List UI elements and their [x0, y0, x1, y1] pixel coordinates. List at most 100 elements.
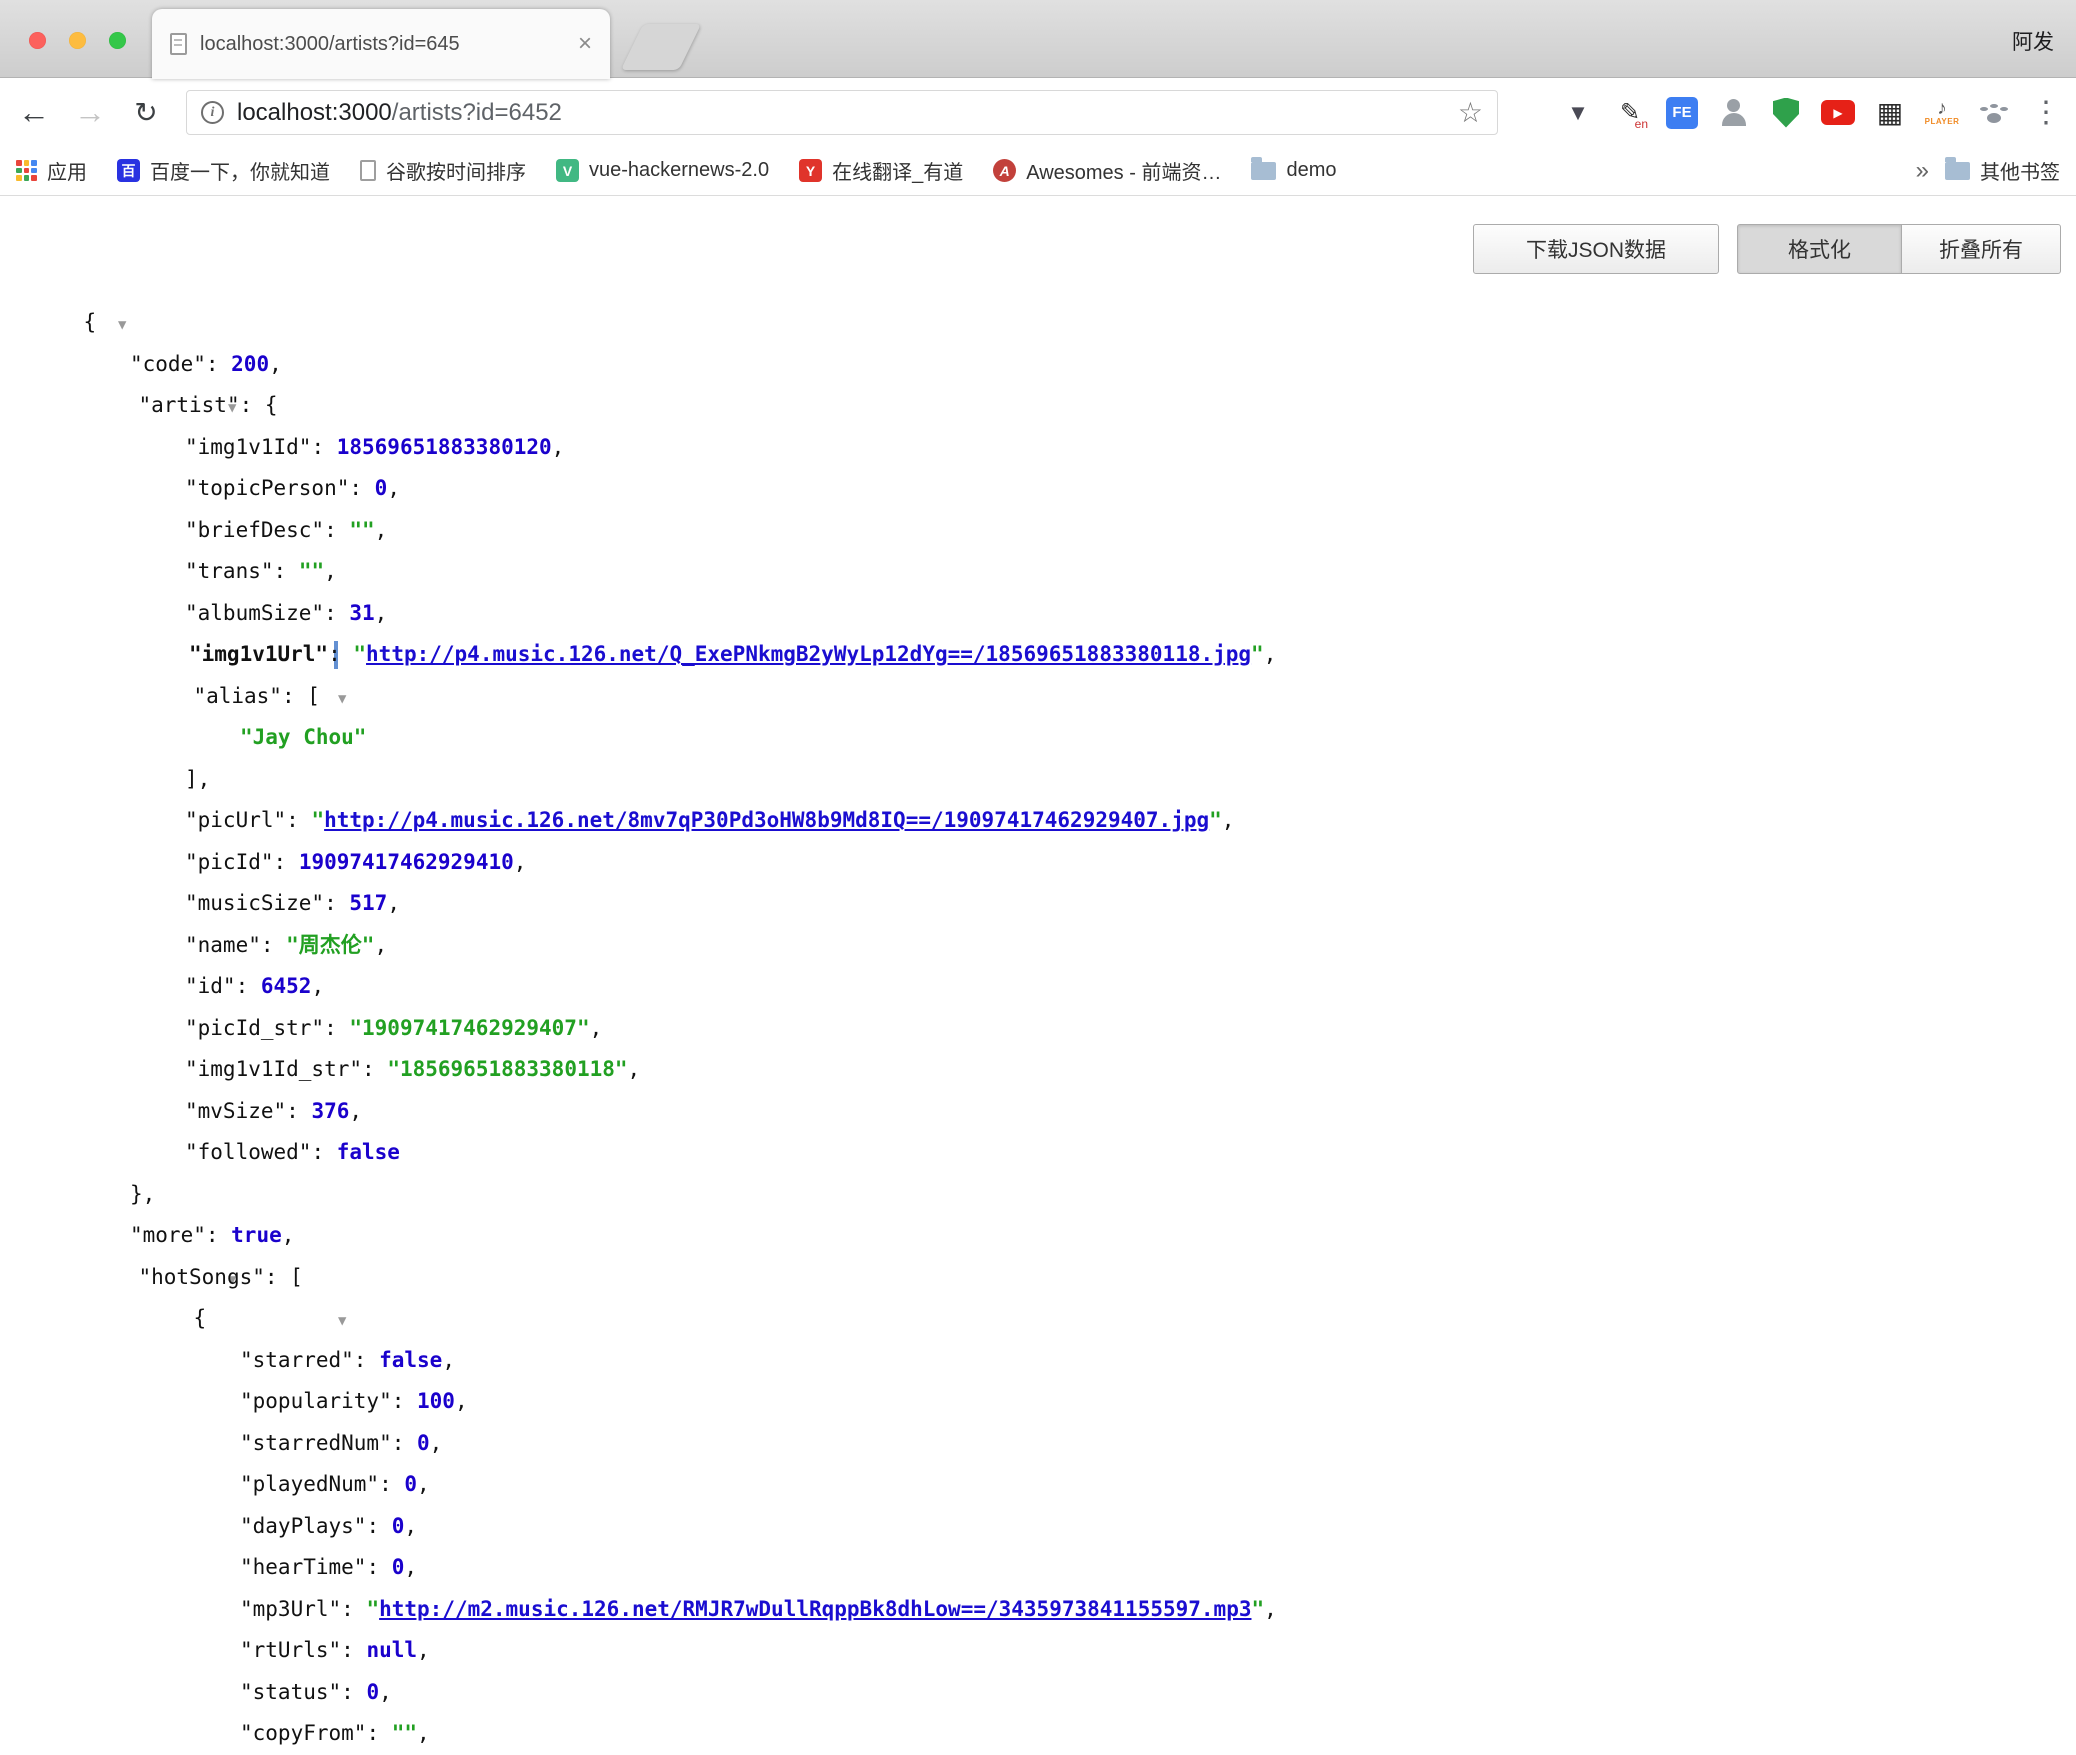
bookmarks-overflow-icon[interactable]: » — [1916, 157, 1929, 185]
triangle-extension-icon[interactable]: ▼ — [1560, 95, 1596, 131]
json-key: "rtUrls" — [240, 1638, 341, 1662]
json-num: 0 — [417, 1431, 430, 1455]
fehelper-extension-icon[interactable]: FE — [1664, 95, 1700, 131]
json-line: ▼"hotSongs": [ — [0, 1257, 2076, 1299]
bookmark-apps[interactable]: 应用 — [16, 156, 87, 185]
json-link[interactable]: http://p4.music.126.net/8mv7qP30Pd3oHW8b… — [324, 808, 1209, 832]
json-line: "status": 0, — [0, 1672, 2076, 1714]
window-close-button[interactable] — [29, 32, 46, 49]
profile-name[interactable]: 阿发 — [2012, 26, 2054, 56]
json-punct: : — [240, 393, 265, 417]
json-link[interactable]: http://m2.music.126.net/RMJR7wDullRqppBk… — [379, 1597, 1251, 1621]
json-key: "followed" — [185, 1140, 311, 1164]
json-punct: , — [379, 1680, 392, 1704]
json-key: "name" — [185, 933, 261, 957]
json-key: "img1v1Id_str" — [185, 1057, 362, 1081]
profile-extension-icon[interactable] — [1716, 95, 1752, 131]
json-string: "" — [392, 1721, 417, 1745]
folder-icon — [1945, 162, 1970, 180]
json-line: "img1v1Id_str": "18569651883380118", — [0, 1049, 2076, 1091]
json-punct: : — [286, 1099, 311, 1123]
json-num: 100 — [417, 1389, 455, 1413]
json-punct: , — [442, 1348, 455, 1372]
json-line: "img1v1Id": 18569651883380120, — [0, 427, 2076, 469]
json-key: "starredNum" — [240, 1431, 392, 1455]
json-key: "copyFrom" — [240, 1721, 366, 1745]
format-button[interactable]: 格式化 — [1737, 224, 1902, 274]
back-button[interactable]: ← — [10, 79, 58, 146]
json-punct: : — [392, 1431, 417, 1455]
json-punct: , — [1222, 808, 1235, 832]
browser-menu-icon[interactable]: ⋮ — [2028, 95, 2064, 131]
json-punct: , — [198, 767, 211, 791]
bookmark-google-sort[interactable]: 谷歌按时间排序 — [360, 156, 526, 185]
json-punct: : — [362, 1057, 387, 1081]
json-link[interactable]: http://p4.music.126.net/Q_ExePNkmgB2yWyL… — [366, 642, 1251, 666]
json-punct: : — [282, 684, 307, 708]
json-punct: : — [206, 352, 231, 376]
json-num: 31 — [349, 601, 374, 625]
url-text[interactable]: localhost:3000/artists?id=6452 — [237, 99, 562, 127]
json-line: "rtUrls": null, — [0, 1630, 2076, 1672]
json-line: "more": true, — [0, 1215, 2076, 1257]
json-line: "trans": "", — [0, 551, 2076, 593]
browser-tab[interactable]: localhost:3000/artists?id=645 × — [152, 9, 610, 79]
new-tab-button[interactable] — [621, 24, 701, 70]
bookmark-star-icon[interactable]: ☆ — [1458, 96, 1483, 129]
reload-button[interactable]: ↻ — [122, 79, 170, 146]
awesomes-icon: A — [993, 159, 1016, 182]
json-bool: false — [337, 1140, 400, 1164]
json-key: "albumSize" — [185, 601, 324, 625]
paw-extension-icon[interactable] — [1976, 95, 2012, 131]
address-bar[interactable]: i localhost:3000/artists?id=6452 ☆ — [186, 90, 1498, 135]
bookmark-vue-hackernews[interactable]: V vue-hackernews-2.0 — [556, 159, 769, 182]
window-maximize-button[interactable] — [109, 32, 126, 49]
adblock-shield-icon[interactable] — [1768, 95, 1804, 131]
json-key: "hotSongs" — [138, 1265, 264, 1289]
json-string: " — [353, 642, 366, 666]
json-punct: } — [130, 1182, 143, 1206]
bookmark-demo-folder[interactable]: demo — [1251, 159, 1336, 182]
collapse-toggle-icon[interactable]: ▼ — [338, 1313, 346, 1329]
window-minimize-button[interactable] — [69, 32, 86, 49]
json-key: "topicPerson" — [185, 476, 349, 500]
player-extension-icon[interactable]: ♪ PLAYER — [1924, 95, 1960, 131]
json-punct: : — [341, 1638, 366, 1662]
json-key: "popularity" — [240, 1389, 392, 1413]
json-punct: : — [311, 435, 336, 459]
json-line: "dayPlays": 0, — [0, 1506, 2076, 1548]
other-bookmarks-folder[interactable]: 其他书签 — [1945, 156, 2060, 185]
collapse-all-button[interactable]: 折叠所有 — [1901, 224, 2061, 274]
json-punct: { — [83, 310, 96, 334]
collapse-toggle-icon[interactable]: ▼ — [118, 317, 126, 333]
json-num: 517 — [349, 891, 387, 915]
json-line: "starred": false, — [0, 1340, 2076, 1382]
youdao-icon: Y — [799, 159, 822, 182]
json-num: 0 — [366, 1680, 379, 1704]
json-punct: : — [354, 1348, 379, 1372]
json-key: "starred" — [240, 1348, 354, 1372]
json-punct: , — [282, 1223, 295, 1247]
collapse-toggle-icon[interactable]: ▼ — [338, 691, 346, 707]
tab-close-icon[interactable]: × — [578, 32, 592, 56]
json-line: "name": "周杰伦", — [0, 925, 2076, 967]
json-key: "dayPlays" — [240, 1514, 366, 1538]
download-json-button[interactable]: 下载JSON数据 — [1473, 224, 1719, 274]
qrcode-extension-icon[interactable]: ▦ — [1872, 95, 1908, 131]
json-punct: : — [206, 1223, 231, 1247]
youtube-extension-icon[interactable]: ▶ — [1820, 95, 1856, 131]
json-key: "id" — [185, 974, 236, 998]
bookmark-baidu[interactable]: 百 百度一下，你就知道 — [117, 156, 330, 185]
bookmark-awesomes[interactable]: A Awesomes - 前端资… — [993, 156, 1221, 185]
translate-extension-icon[interactable]: ✎ en — [1612, 95, 1648, 131]
json-string: " — [1209, 808, 1222, 832]
json-punct: , — [455, 1389, 468, 1413]
json-punct: : — [349, 476, 374, 500]
bookmark-youdao[interactable]: Y 在线翻译_有道 — [799, 156, 963, 185]
json-punct: : — [341, 1597, 366, 1621]
page-info-icon[interactable]: i — [201, 101, 224, 124]
json-line: "mvSize": 376, — [0, 1091, 2076, 1133]
json-key: "status" — [240, 1680, 341, 1704]
json-key: "picUrl" — [185, 808, 286, 832]
json-line: }, — [0, 1174, 2076, 1216]
